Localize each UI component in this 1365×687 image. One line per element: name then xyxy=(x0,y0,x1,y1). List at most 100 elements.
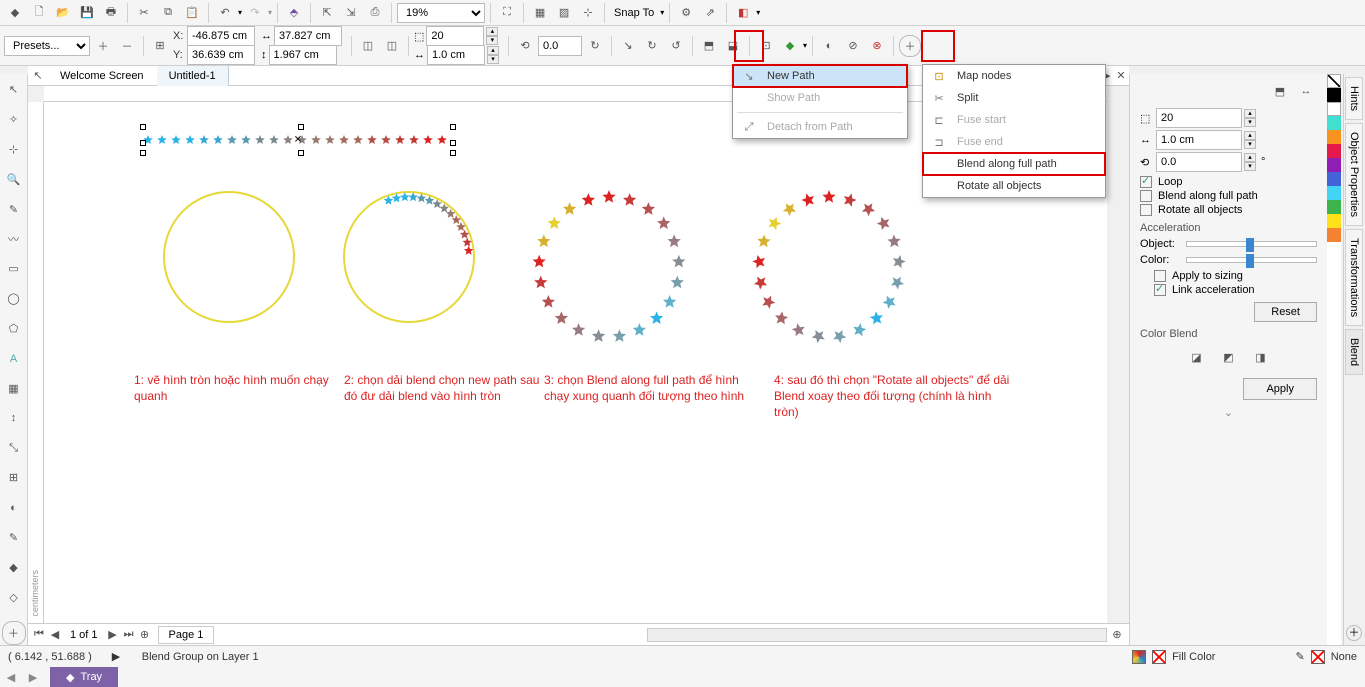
loop-checkbox[interactable] xyxy=(1140,176,1152,188)
start-end-icon[interactable]: ◐ xyxy=(818,35,840,57)
show-guides-icon[interactable]: ⊹ xyxy=(577,2,599,24)
zoom-tool-icon[interactable]: 🔍 xyxy=(2,168,26,192)
zoom-navigator-icon[interactable]: ⊕ xyxy=(1109,624,1125,646)
shape-tool-icon[interactable]: ✧ xyxy=(2,108,26,132)
fill-tool-icon[interactable]: ◆ xyxy=(2,556,26,580)
show-rulers-icon[interactable]: ▦ xyxy=(529,2,551,24)
undo-icon[interactable]: ↶ xyxy=(214,2,236,24)
docker-steps-input[interactable] xyxy=(1156,108,1242,128)
cut-icon[interactable]: ✂ xyxy=(133,2,155,24)
text-tool-icon[interactable]: A xyxy=(2,347,26,371)
art-media-icon[interactable]: 〰 xyxy=(2,227,26,251)
publish-icon[interactable]: ⇲ xyxy=(340,2,362,24)
page-first-icon[interactable]: ⏮ xyxy=(32,624,46,646)
ellipse-tool-icon[interactable]: ◯ xyxy=(2,287,26,311)
menu-blend-along-full-path[interactable]: Blend along full path xyxy=(923,153,1105,175)
transparency-tool-icon[interactable]: ◐ xyxy=(2,496,26,520)
page-next-icon[interactable]: ▶ xyxy=(106,624,120,646)
launch-icon[interactable]: ⇗ xyxy=(699,2,721,24)
docker-hints[interactable]: Hints xyxy=(1345,77,1363,120)
apply-sizing-checkbox[interactable] xyxy=(1154,270,1166,282)
dimension-tool-icon[interactable]: ↕ xyxy=(2,406,26,430)
blend-full-checkbox[interactable] xyxy=(1140,190,1152,202)
ccw-color-icon[interactable]: ◨ xyxy=(1250,346,1272,368)
lock-ratio-icon[interactable]: ⊞ xyxy=(149,35,171,57)
clear-blend-icon[interactable]: ＋ xyxy=(899,35,921,57)
tab-pick-icon[interactable]: ↖ xyxy=(28,67,48,85)
copy-icon[interactable]: ⧉ xyxy=(157,2,179,24)
docker-spacing-input[interactable] xyxy=(1156,130,1242,150)
path-options-icon[interactable]: ⊘ xyxy=(842,35,864,57)
menu-map-nodes[interactable]: ⊡Map nodes xyxy=(923,65,1105,87)
color-slider[interactable] xyxy=(1186,257,1317,263)
page-last-icon[interactable]: ⏭ xyxy=(122,624,136,646)
quick-customize-icon[interactable]: ＋ xyxy=(2,621,26,645)
object-slider[interactable] xyxy=(1186,241,1317,247)
presets-select[interactable]: Presets... xyxy=(4,36,90,56)
options-icon[interactable]: ⚙ xyxy=(675,2,697,24)
open-icon[interactable]: 📂 xyxy=(52,2,74,24)
freehand-tool-icon[interactable]: ✎ xyxy=(2,197,26,221)
docker-blend[interactable]: Blend xyxy=(1345,329,1363,375)
blend-objects-icon[interactable]: ◫ xyxy=(357,35,379,57)
link-accel-checkbox[interactable] xyxy=(1154,284,1166,296)
direct-color-icon[interactable]: ◪ xyxy=(1186,346,1208,368)
page-add-icon[interactable]: ⊕ xyxy=(138,624,152,646)
outline-indicator[interactable]: ✎ None xyxy=(1295,650,1357,664)
new-icon[interactable]: 🗋 xyxy=(28,2,50,24)
page-prev-icon[interactable]: ◀ xyxy=(48,624,62,646)
pdf-icon[interactable]: ⎙ xyxy=(364,2,386,24)
map-nodes-icon[interactable]: ⊡ xyxy=(755,35,777,57)
menu-split[interactable]: ✂Split xyxy=(923,87,1105,109)
blend-direction-icon[interactable]: ⟲ xyxy=(514,35,536,57)
menu-rotate-all[interactable]: Rotate all objects xyxy=(923,175,1105,197)
copy-blend-icon[interactable]: ⊗ xyxy=(866,35,888,57)
counterclockwise-blend-icon[interactable]: ↺ xyxy=(665,35,687,57)
show-grid-icon[interactable]: ▨ xyxy=(553,2,575,24)
blend-spacing-input[interactable] xyxy=(427,45,485,65)
x-input[interactable] xyxy=(187,26,255,46)
import-icon[interactable]: ⬘ xyxy=(283,2,305,24)
accel-objects-icon[interactable]: ⬒ xyxy=(698,35,720,57)
add-preset-icon[interactable]: ＋ xyxy=(92,35,114,57)
snap-label[interactable]: Snap To xyxy=(610,7,658,19)
rectangle-tool-icon[interactable]: ▭ xyxy=(2,257,26,281)
w-input[interactable] xyxy=(274,26,342,46)
effects-tool-icon[interactable]: ⊞ xyxy=(2,466,26,490)
print-icon[interactable]: 🖶 xyxy=(100,2,122,24)
apply-button[interactable]: Apply xyxy=(1243,378,1317,400)
blend-row-selected[interactable]: ✕ xyxy=(144,128,452,152)
more-blend-icon[interactable]: ◆ xyxy=(779,35,801,57)
y-input[interactable] xyxy=(187,45,255,65)
pick-tool-icon[interactable]: ↖ xyxy=(2,78,26,102)
loop-icon[interactable]: ↻ xyxy=(584,35,606,57)
zoom-select[interactable]: 19% xyxy=(397,3,485,23)
docker-steps-icon[interactable]: ⬒ xyxy=(1269,80,1291,102)
fill-indicator[interactable]: Fill Color xyxy=(1132,650,1215,664)
h-input[interactable] xyxy=(269,45,337,65)
save-icon[interactable]: 💾 xyxy=(76,2,98,24)
rotation-input[interactable] xyxy=(538,36,582,56)
paste-icon[interactable]: 📋 xyxy=(181,2,203,24)
menu-new-path[interactable]: ↘New Path xyxy=(733,65,907,87)
accel-sizing-icon[interactable]: ⬓ xyxy=(722,35,744,57)
redo-icon[interactable]: ↷ xyxy=(244,2,266,24)
smart-fill-tool-icon[interactable]: ◇ xyxy=(2,585,26,609)
connector-tool-icon[interactable]: ⤡ xyxy=(2,436,26,460)
docker-objprop[interactable]: Object Properties xyxy=(1345,123,1363,226)
tab-close-icon[interactable]: ✕ xyxy=(1113,68,1129,84)
docker-rot-input[interactable] xyxy=(1156,152,1242,172)
table-tool-icon[interactable]: ▦ xyxy=(2,376,26,400)
coreldraw-icon[interactable]: ◆ xyxy=(4,2,26,24)
clockwise-blend-icon[interactable]: ↻ xyxy=(641,35,663,57)
app-launcher-icon[interactable]: ◧ xyxy=(732,2,754,24)
remove-preset-icon[interactable]: － xyxy=(116,35,138,57)
rotate-all-checkbox[interactable] xyxy=(1140,204,1152,216)
tab-welcome[interactable]: Welcome Screen xyxy=(48,66,157,86)
hscrollbar[interactable] xyxy=(647,628,1107,642)
reset-button[interactable]: Reset xyxy=(1254,302,1317,322)
tab-untitled[interactable]: Untitled-1 xyxy=(157,66,229,86)
fullscreen-icon[interactable]: ⛶ xyxy=(496,2,518,24)
eyedropper-tool-icon[interactable]: ✎ xyxy=(2,526,26,550)
page-tab[interactable]: Page 1 xyxy=(158,626,215,644)
